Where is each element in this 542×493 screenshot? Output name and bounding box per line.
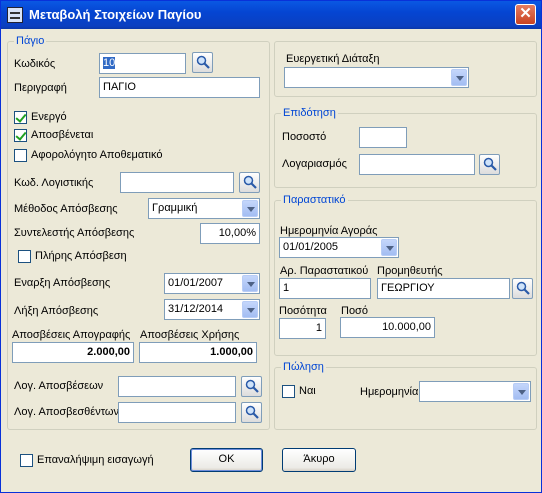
subsidy-legend: Επιδότηση xyxy=(281,107,338,119)
start-label: Εναρξη Απόσβεσης xyxy=(14,277,111,289)
full-depreciation-label: Πλήρης Απόσβεση xyxy=(35,250,127,262)
subsidy-account-search-button[interactable] xyxy=(479,154,500,175)
close-button[interactable]: ✕ xyxy=(515,4,536,25)
supplier-search-button[interactable] xyxy=(512,278,533,299)
document-legend: Παραστατικό xyxy=(281,194,348,206)
depreciated-check-box xyxy=(14,129,27,142)
rate-label: Συντελεστής Απόσβεσης xyxy=(14,227,135,239)
method-label: Μέθοδος Απόσβεσης xyxy=(14,203,118,215)
inventory-dep-label: Αποσβέσεις Απογραφής xyxy=(12,329,131,341)
amount-label: Ποσό xyxy=(341,305,368,317)
chevron-down-icon[interactable] xyxy=(242,301,258,318)
app-icon xyxy=(7,7,23,23)
subsidy-group: Επιδότηση xyxy=(274,107,537,188)
start-date-value: 01/01/2007 xyxy=(168,277,224,289)
chevron-down-icon[interactable] xyxy=(381,239,397,256)
asset-legend: Πάγιο xyxy=(14,35,47,47)
chevron-down-icon[interactable] xyxy=(242,275,258,292)
chevron-down-icon[interactable] xyxy=(513,383,529,400)
dialog-window: Μεταβολή Στοιχείων Παγίου ✕ Πάγιο Κωδικό… xyxy=(0,0,542,493)
inventory-dep-input[interactable]: 2.000,00 xyxy=(12,342,134,363)
depreciated-label: Αποσβένεται xyxy=(31,129,94,141)
account-code-label: Κωδ. Λογιστικής xyxy=(14,177,94,189)
repeat-entry-check-box xyxy=(20,454,33,467)
sale-yes-check-box xyxy=(282,385,295,398)
amount-input[interactable]: 10.000,00 xyxy=(340,317,435,338)
accum-account-input[interactable] xyxy=(118,402,236,423)
subsidy-percent-label: Ποσοστό xyxy=(282,131,327,143)
accum-account-search-button[interactable] xyxy=(241,402,262,423)
active-label: Ενεργό xyxy=(31,111,67,123)
period-dep-label: Αποσβέσεις Χρήσης xyxy=(140,329,240,341)
search-icon xyxy=(196,55,210,69)
end-date-picker[interactable]: 31/12/2014 xyxy=(164,299,260,320)
end-label: Λήξη Απόσβεσης xyxy=(14,305,99,317)
code-value: 10 xyxy=(103,57,116,69)
accum-account-label: Λογ. Αποσβεσθέντων xyxy=(14,406,119,418)
dep-account-label: Λογ. Αποσβέσεων xyxy=(14,380,104,392)
repeat-entry-label: Επαναλήψιμη εισαγωγή xyxy=(37,454,154,466)
sale-yes-label: Ναι xyxy=(299,385,316,397)
cancel-button[interactable]: Άκυρο xyxy=(282,448,356,472)
title-bar[interactable]: Μεταβολή Στοιχείων Παγίου ✕ xyxy=(1,1,541,29)
window-title: Μεταβολή Στοιχείων Παγίου xyxy=(29,7,202,22)
rate-input[interactable]: 10,00% xyxy=(200,223,260,244)
subsidy-account-label: Λογαριασμός xyxy=(282,158,347,170)
code-search-button[interactable] xyxy=(192,52,213,73)
doc-no-input[interactable]: 1 xyxy=(279,278,371,299)
search-icon xyxy=(483,157,497,171)
purchase-date-label: Ημερομηνία Αγοράς xyxy=(280,225,378,237)
subsidy-account-input[interactable] xyxy=(359,154,475,175)
taxfree-label: Αφορολόγητο Αποθεματικό xyxy=(31,149,163,161)
full-depreciation-check-box xyxy=(18,250,31,263)
account-code-input[interactable] xyxy=(120,172,234,193)
purchase-date-value: 01/01/2005 xyxy=(283,241,339,253)
provision-select[interactable] xyxy=(284,67,469,88)
account-code-search-button[interactable] xyxy=(239,172,260,193)
search-icon xyxy=(245,379,259,393)
qty-input[interactable]: 1 xyxy=(279,318,326,339)
start-date-picker[interactable]: 01/01/2007 xyxy=(164,273,260,294)
dep-account-input[interactable] xyxy=(118,376,236,397)
chevron-down-icon[interactable] xyxy=(451,69,467,86)
sale-date-picker[interactable] xyxy=(419,381,531,402)
code-label: Κωδικός xyxy=(14,58,56,70)
description-label: Περιγραφή xyxy=(14,82,67,94)
qty-label: Ποσότητα xyxy=(279,305,327,317)
taxfree-check-box xyxy=(14,149,27,162)
provision-label: Ευεργετική Διάταξη xyxy=(286,53,380,65)
end-date-value: 31/12/2014 xyxy=(168,303,224,315)
supplier-label: Προμηθευτής xyxy=(377,265,443,277)
dep-account-search-button[interactable] xyxy=(241,376,262,397)
supplier-input[interactable]: ΓΕΩΡΓΙΟΥ xyxy=(377,278,510,299)
sale-legend: Πώληση xyxy=(281,361,326,373)
chevron-down-icon[interactable] xyxy=(242,200,258,217)
method-value: Γραμμική xyxy=(152,202,198,214)
search-icon xyxy=(243,175,257,189)
method-select[interactable]: Γραμμική xyxy=(148,198,260,219)
search-icon xyxy=(516,281,530,295)
description-input[interactable]: ΠΑΓΙΟ xyxy=(99,77,260,98)
doc-no-label: Αρ. Παραστατικού xyxy=(280,265,369,277)
ok-button[interactable]: OK xyxy=(190,448,263,472)
code-input[interactable]: 10 xyxy=(99,53,186,74)
subsidy-percent-input[interactable] xyxy=(359,127,407,148)
purchase-date-picker[interactable]: 01/01/2005 xyxy=(279,237,399,258)
period-dep-input[interactable]: 1.000,00 xyxy=(139,342,257,363)
active-check-box xyxy=(14,111,27,124)
sale-date-label: Ημερομηνία xyxy=(360,386,419,398)
search-icon xyxy=(245,405,259,419)
